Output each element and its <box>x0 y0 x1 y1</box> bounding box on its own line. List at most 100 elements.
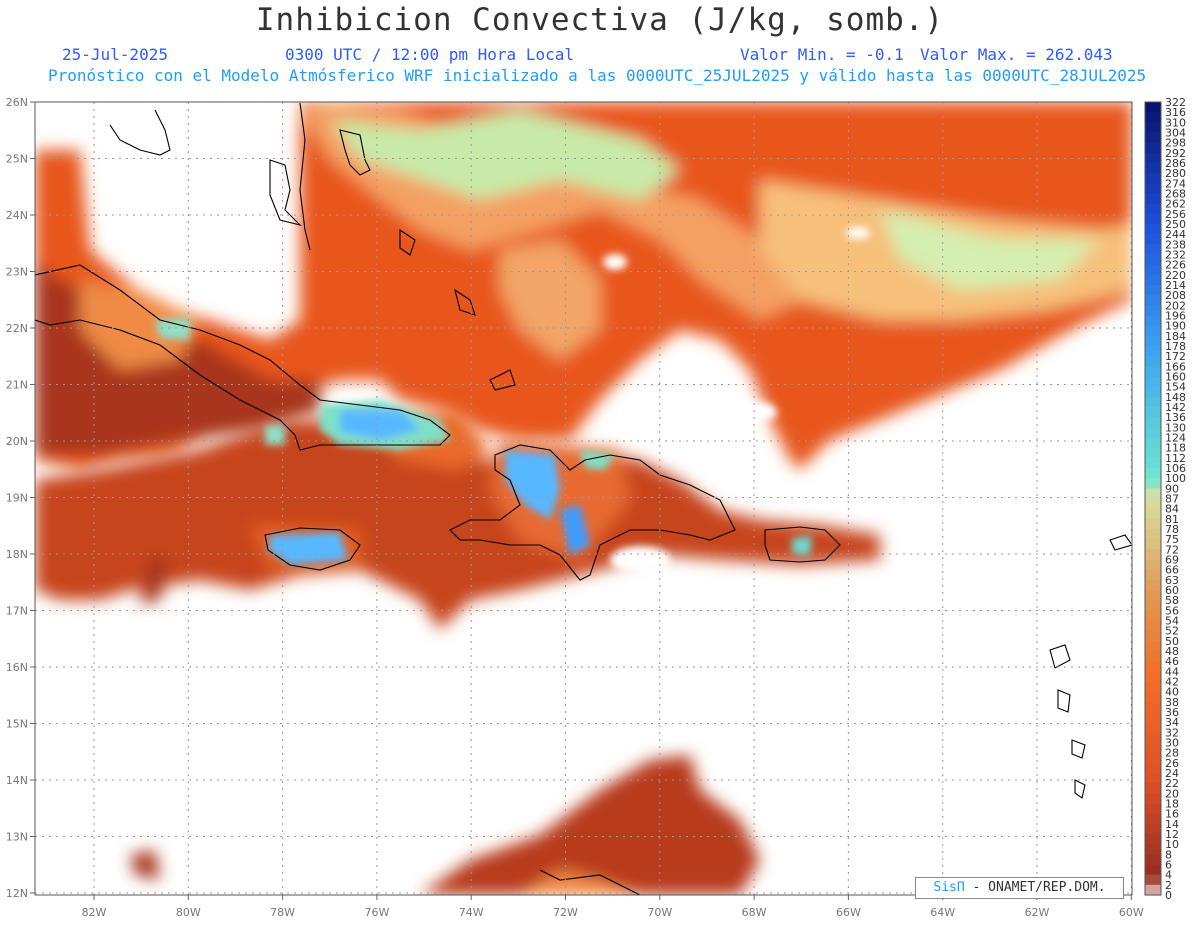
colorbar-swatch <box>1145 335 1161 347</box>
lon-label: 62W <box>1025 906 1050 919</box>
colorbar-swatch <box>1145 559 1161 571</box>
colorbar-swatch <box>1145 600 1161 611</box>
colorbar-swatch <box>1145 305 1161 317</box>
colorbar-swatch <box>1145 356 1161 367</box>
colorbar-swatch <box>1145 274 1161 286</box>
colorbar-swatch <box>1145 610 1161 622</box>
colorbar-swatch <box>1145 254 1161 266</box>
colorbar-swatch <box>1145 417 1161 428</box>
colorbar-swatch <box>1145 386 1161 398</box>
colorbar-swatch <box>1145 498 1161 510</box>
colorbar-swatch <box>1145 773 1161 784</box>
lon-label: 80W <box>176 906 201 919</box>
lat-label: 15N <box>6 718 28 731</box>
colorbar-swatch <box>1145 783 1161 794</box>
colorbar-swatch <box>1145 234 1161 245</box>
colorbar-swatch <box>1145 163 1161 174</box>
lat-label: 14N <box>6 774 28 787</box>
colorbar-swatch <box>1145 366 1161 378</box>
colorbar-swatch <box>1145 762 1161 774</box>
lon-label: 72W <box>553 906 578 919</box>
lon-label: 64W <box>930 906 955 919</box>
colorbar-swatch <box>1145 701 1161 713</box>
colorbar-swatch <box>1145 569 1161 581</box>
colorbar-swatch <box>1145 579 1161 591</box>
colorbar-swatch <box>1145 854 1161 866</box>
colorbar-swatch <box>1145 508 1161 520</box>
colorbar-label: 0 <box>1165 889 1172 902</box>
colorbar-swatch <box>1145 590 1161 601</box>
lon-label: 70W <box>647 906 672 919</box>
colorbar-swatch <box>1145 630 1161 642</box>
lon-label: 60W <box>1119 906 1144 919</box>
colorbar-swatch <box>1145 488 1161 500</box>
lat-label: 22N <box>6 322 28 335</box>
colorbar-swatch <box>1145 478 1161 489</box>
lat-label: 18N <box>6 548 28 561</box>
colorbar-swatch <box>1145 549 1161 561</box>
lat-label: 24N <box>6 209 28 222</box>
colorbar-swatch <box>1145 183 1161 195</box>
colorbar-swatch <box>1145 112 1161 123</box>
colorbar-swatch <box>1145 874 1161 886</box>
colorbar-swatch <box>1145 620 1161 632</box>
colorbar-swatch <box>1145 712 1161 723</box>
lat-label: 23N <box>6 266 28 279</box>
lon-label: 82W <box>82 906 107 919</box>
colorbar-swatch <box>1145 244 1161 256</box>
colorbar-swatch <box>1145 529 1161 540</box>
lat-label: 25N <box>6 153 28 166</box>
colorbar-swatch <box>1145 152 1161 164</box>
colorbar-swatch <box>1145 407 1161 418</box>
lon-label: 78W <box>270 906 295 919</box>
lat-label: 12N <box>6 887 28 900</box>
colorbar-swatch <box>1145 203 1161 215</box>
colorbar-swatch <box>1145 793 1161 805</box>
credit-text: - ONAMET/REP.DOM. <box>964 880 1106 895</box>
colorbar-swatch <box>1145 315 1161 327</box>
colorbar-swatch <box>1145 376 1161 388</box>
lat-label: 26N <box>6 96 28 109</box>
credit-box: SisΠ - ONAMET/REP.DOM. <box>915 877 1124 899</box>
lat-label: 16N <box>6 661 28 674</box>
colorbar-swatch <box>1145 640 1161 652</box>
colorbar-swatch <box>1145 661 1161 672</box>
colorbar-swatch <box>1145 437 1161 449</box>
colorbar-swatch <box>1145 264 1161 276</box>
colorbar-swatch <box>1145 742 1161 754</box>
colorbar-swatch <box>1145 691 1161 703</box>
colorbar-swatch <box>1145 173 1161 184</box>
colorbar-swatch <box>1145 823 1161 835</box>
colorbar-swatch <box>1145 457 1161 469</box>
colorbar-swatch <box>1145 122 1161 134</box>
lat-label: 20N <box>6 435 28 448</box>
lat-label: 19N <box>6 492 28 505</box>
colorbar-swatch <box>1145 447 1161 459</box>
cin-map: 26N 25N 24N 23N 22N 21N 20N 19N 18N 17N 16N 15N 14N 1… <box>6 96 1186 919</box>
colorbar-swatch <box>1145 803 1161 815</box>
lat-label: 13N <box>6 831 28 844</box>
colorbar-swatch <box>1145 864 1161 876</box>
lon-label: 76W <box>364 906 389 919</box>
cin-field <box>35 102 1132 895</box>
colorbar-swatch <box>1145 752 1161 764</box>
colorbar-swatch <box>1145 671 1161 683</box>
colorbar-swatch <box>1145 884 1161 896</box>
colorbar-swatch <box>1145 295 1161 306</box>
colorbar-swatch <box>1145 132 1161 144</box>
colorbar-swatch <box>1145 102 1161 113</box>
lon-label: 66W <box>836 906 861 919</box>
colorbar-swatch <box>1145 468 1161 479</box>
colorbar-swatch <box>1145 732 1161 744</box>
colorbar-swatch <box>1145 681 1161 693</box>
lat-label: 17N <box>6 605 28 618</box>
colorbar: 3223163103042982922862802742682622562502… <box>1144 96 1186 902</box>
colorbar-swatch <box>1145 396 1161 408</box>
colorbar-swatch <box>1145 142 1161 154</box>
lat-label: 21N <box>6 379 28 392</box>
colorbar-swatch <box>1145 722 1161 733</box>
colorbar-swatch <box>1145 325 1161 337</box>
colorbar-swatch <box>1145 224 1161 235</box>
lon-label: 74W <box>459 906 484 919</box>
colorbar-swatch <box>1145 213 1161 225</box>
